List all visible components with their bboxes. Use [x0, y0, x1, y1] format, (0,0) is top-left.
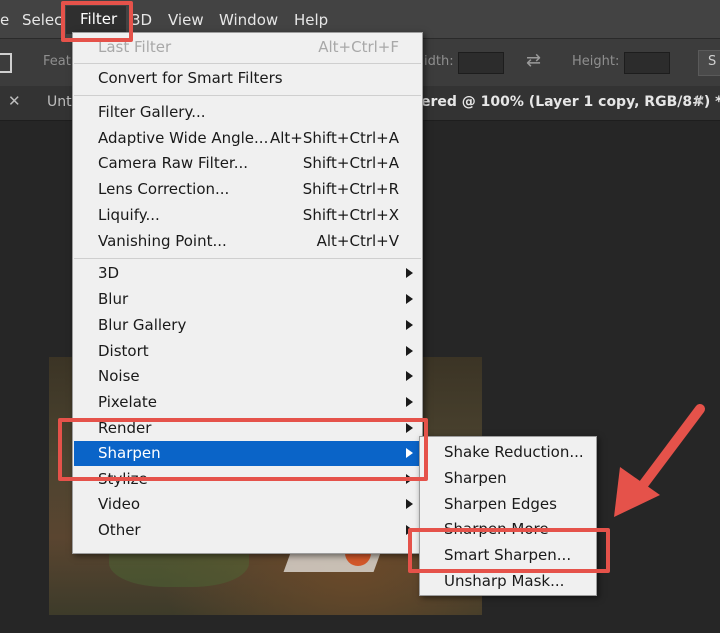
menu-separator — [74, 258, 421, 259]
menu-item-other[interactable]: Other — [74, 518, 421, 543]
menu-item-blur-gallery[interactable]: Blur Gallery — [74, 313, 421, 338]
height-label: Height: — [572, 54, 620, 69]
filter-menu-highlight — [61, 1, 133, 42]
menu-item-label: Video — [98, 495, 141, 513]
tab-active-document[interactable]: ered @ 100% (Layer 1 copy, RGB/8#) * — [421, 94, 720, 110]
menu-item-label: Distort — [98, 342, 149, 360]
smart-sharpen-highlight — [408, 528, 610, 573]
submenu-item-sharpen[interactable]: Sharpen — [420, 466, 596, 491]
menu-item-label: Lens Correction... — [98, 180, 230, 198]
menu-item-label: 3D — [98, 264, 120, 282]
select-and-mask-button[interactable]: S — [698, 50, 720, 76]
menu-item-camera-raw-filter[interactable]: Camera Raw Filter... Shift+Ctrl+A — [74, 151, 421, 176]
menu-item-convert-smart-filters[interactable]: Convert for Smart Filters — [74, 66, 421, 91]
menu-item-shortcut: Shift+Ctrl+A — [302, 154, 399, 172]
submenu-arrow-icon — [406, 499, 413, 509]
close-active-tab-icon[interactable]: ✕ — [693, 92, 706, 110]
menu-3d[interactable]: 3D — [131, 10, 152, 30]
menu-item-adaptive-wide-angle[interactable]: Adaptive Wide Angle... Alt+Shift+Ctrl+A — [74, 126, 421, 151]
menu-item-label: Camera Raw Filter... — [98, 154, 249, 172]
menu-item-shortcut: Alt+Shift+Ctrl+A — [269, 129, 399, 147]
menu-view[interactable]: View — [168, 10, 204, 30]
submenu-arrow-icon — [406, 397, 413, 407]
submenu-item-label: Shake Reduction... — [444, 443, 584, 461]
tool-preset-icon[interactable] — [0, 53, 12, 73]
close-tab-icon[interactable]: ✕ — [8, 92, 21, 110]
menu-edit[interactable]: e — [0, 10, 9, 30]
submenu-item-label: Sharpen Edges — [444, 495, 557, 513]
menu-select[interactable]: Selec — [22, 10, 62, 30]
menu-help[interactable]: Help — [294, 10, 328, 30]
menu-item-label: Blur — [98, 290, 129, 308]
menu-item-vanishing-point[interactable]: Vanishing Point... Alt+Ctrl+V — [74, 229, 421, 254]
menu-item-shortcut: Alt+Ctrl+F — [318, 38, 399, 56]
menu-item-label: Blur Gallery — [98, 316, 187, 334]
tab-untitled[interactable]: Unt — [47, 94, 72, 110]
submenu-arrow-icon — [406, 294, 413, 304]
width-field[interactable] — [458, 52, 504, 74]
annotation-arrow-icon — [614, 404, 705, 517]
menu-item-pixelate[interactable]: Pixelate — [74, 390, 421, 415]
menu-item-3d[interactable]: 3D — [74, 261, 421, 286]
menu-item-video[interactable]: Video — [74, 492, 421, 517]
menu-item-filter-gallery[interactable]: Filter Gallery... — [74, 100, 421, 125]
swap-icon[interactable]: ⇄ — [526, 50, 541, 71]
sharpen-item-highlight — [58, 418, 428, 481]
menu-item-label: Liquify... — [98, 206, 160, 224]
submenu-arrow-icon — [406, 268, 413, 278]
submenu-arrow-icon — [406, 346, 413, 356]
submenu-item-sharpen-edges[interactable]: Sharpen Edges — [420, 492, 596, 517]
menu-item-lens-correction[interactable]: Lens Correction... Shift+Ctrl+R — [74, 177, 421, 202]
menu-item-liquify[interactable]: Liquify... Shift+Ctrl+X — [74, 203, 421, 228]
menu-item-noise[interactable]: Noise — [74, 364, 421, 389]
menu-item-label: Pixelate — [98, 393, 157, 411]
menu-item-shortcut: Alt+Ctrl+V — [316, 232, 399, 250]
menu-item-label: Vanishing Point... — [98, 232, 227, 250]
submenu-item-shake-reduction[interactable]: Shake Reduction... — [420, 440, 596, 465]
menu-window[interactable]: Window — [219, 10, 278, 30]
menu-item-blur[interactable]: Blur — [74, 287, 421, 312]
menu-item-label: Adaptive Wide Angle... — [98, 129, 269, 147]
menu-item-shortcut: Shift+Ctrl+R — [302, 180, 399, 198]
submenu-arrow-icon — [406, 320, 413, 330]
menu-item-distort[interactable]: Distort — [74, 339, 421, 364]
menu-item-shortcut: Shift+Ctrl+X — [302, 206, 399, 224]
width-label: idth: — [424, 54, 454, 69]
submenu-item-label: Sharpen — [444, 469, 507, 487]
menu-separator — [74, 95, 421, 96]
menu-item-label: Noise — [98, 367, 140, 385]
submenu-arrow-icon — [406, 371, 413, 381]
menu-item-label: Other — [98, 521, 141, 539]
menu-item-label: Filter Gallery... — [98, 103, 206, 121]
menu-separator — [74, 63, 421, 64]
height-field[interactable] — [624, 52, 670, 74]
select-and-mask-label: S — [708, 54, 717, 69]
menu-item-label: Convert for Smart Filters — [98, 69, 283, 87]
